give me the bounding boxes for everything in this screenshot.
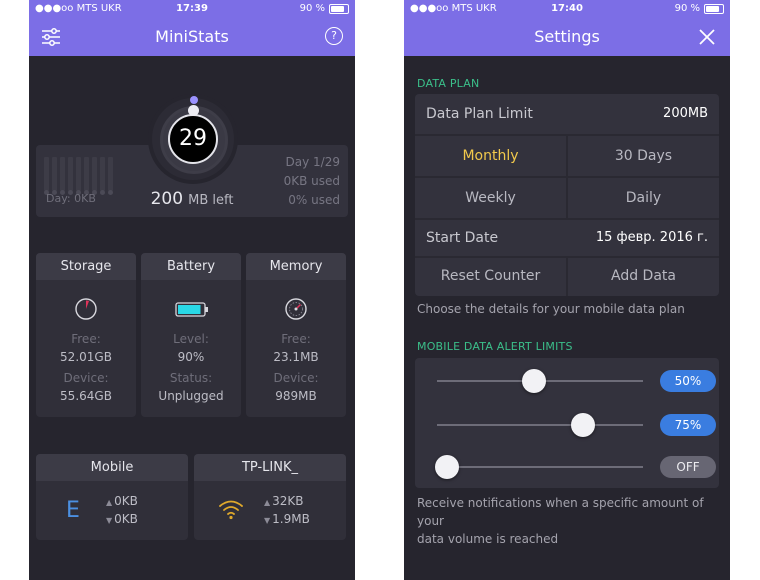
help-icon[interactable]: ? <box>325 27 343 45</box>
memory-gauge-icon <box>285 298 307 320</box>
status-right: 90 % <box>300 3 349 14</box>
data-left-value: 200 <box>150 189 184 209</box>
memory-header: Memory <box>246 253 346 280</box>
period-indicator-dot <box>190 96 198 104</box>
battery-level-value: 90% <box>177 350 205 364</box>
upload-arrow-icon: ▲ <box>264 498 271 507</box>
battery-status-icon <box>329 3 349 14</box>
storage-device-value: 55.64GB <box>60 389 112 403</box>
data-plan-section-title: DATA PLAN <box>417 77 480 90</box>
period-row-1: Monthly 30 Days <box>415 136 719 176</box>
memory-free-label: Free: <box>281 332 311 346</box>
mobile-header: Mobile <box>36 454 188 481</box>
alert-note-line-1: Receive notifications when a specific am… <box>417 496 704 528</box>
data-plan-limit-label: Data Plan Limit <box>426 106 533 122</box>
data-plan-note: Choose the details for your mobile data … <box>417 302 685 316</box>
settings-title: Settings <box>534 27 600 46</box>
wifi-upload: ▲ 32KB <box>264 494 304 508</box>
progress-handle <box>188 105 199 116</box>
storage-card[interactable]: Storage Free: 52.01GB Device: 55.64GB <box>36 253 136 417</box>
alert-slider-3[interactable] <box>435 455 643 479</box>
battery-icon <box>175 302 208 317</box>
wifi-download-value: 1.9MB <box>272 512 310 526</box>
wifi-icon <box>219 500 243 520</box>
slider-handle[interactable] <box>570 413 595 437</box>
mobile-network-card[interactable]: Mobile E ▲ 0KB ▼ 0KB <box>36 454 188 540</box>
alert-note: Receive notifications when a specific am… <box>417 494 730 548</box>
start-date-label: Start Date <box>426 230 499 246</box>
mobile-upload: ▲ 0KB <box>106 494 138 508</box>
memory-card[interactable]: Memory Free: 23.1MB Device: 989MB <box>246 253 346 417</box>
data-plan-limit-value: 200MB <box>663 106 708 121</box>
used-kb: 0KB used <box>283 174 340 188</box>
nav-bar: Settings <box>404 18 730 56</box>
alert-toggle-2[interactable]: 75% <box>660 414 716 436</box>
reset-counter-button[interactable]: Reset Counter <box>415 256 566 296</box>
alert-note-line-2: data volume is reached <box>417 532 559 546</box>
storage-header: Storage <box>36 253 136 280</box>
storage-free-label: Free: <box>71 332 101 346</box>
wifi-header: TP-LINK_ <box>194 454 346 481</box>
storage-free-value: 52.01GB <box>60 350 112 364</box>
alert-limits-section-title: MOBILE DATA ALERT LIMITS <box>417 340 573 353</box>
data-plan-panel: Data Plan Limit 200MB Monthly 30 Days We… <box>415 94 719 296</box>
mobile-download-value: 0KB <box>114 512 138 526</box>
status-bar: ●●●oo MTS UKR 17:40 90 % <box>404 0 730 18</box>
alert-slider-1[interactable] <box>437 369 643 393</box>
slider-handle[interactable] <box>435 455 459 479</box>
memory-device-label: Device: <box>273 371 319 385</box>
battery-status-value: Unplugged <box>158 389 224 403</box>
start-date-row[interactable]: Start Date 15 февр. 2016 г. <box>415 218 719 258</box>
download-arrow-icon: ▼ <box>264 516 271 525</box>
wifi-download: ▼ 1.9MB <box>264 512 310 526</box>
start-date-value: 15 февр. 2016 г. <box>595 230 708 245</box>
battery-header: Battery <box>141 253 241 280</box>
daily-option[interactable]: Daily <box>568 178 719 218</box>
app-title: MiniStats <box>155 27 229 46</box>
period-row-2: Weekly Daily <box>415 178 719 218</box>
day-of-period: Day 1/29 <box>285 155 340 169</box>
battery-percent: 90 % <box>299 3 325 14</box>
close-icon[interactable] <box>698 28 716 46</box>
battery-card[interactable]: Battery Level: 90% Status: Unplugged <box>141 253 241 417</box>
battery-percent: 90 % <box>674 3 700 14</box>
weekly-option[interactable]: Weekly <box>415 178 566 218</box>
nav-bar: MiniStats ? <box>29 18 355 56</box>
mobile-download: ▼ 0KB <box>106 512 138 526</box>
alert-slider-2[interactable] <box>437 413 643 437</box>
storage-pie-icon <box>75 298 97 320</box>
memory-device-value: 989MB <box>275 389 317 403</box>
battery-level-fill <box>178 305 201 314</box>
usage-summary: Day 1/29 0KB used 0% used <box>284 153 340 210</box>
thirty-days-option[interactable]: 30 Days <box>568 136 719 176</box>
storage-device-label: Device: <box>63 371 109 385</box>
add-data-button[interactable]: Add Data <box>568 256 719 296</box>
alert-limits-panel: 50% 75% OFF <box>415 358 719 488</box>
actions-row: Reset Counter Add Data <box>415 256 719 296</box>
battery-status-icon <box>704 3 724 14</box>
daily-usage-bars <box>44 155 116 195</box>
alert-toggle-1[interactable]: 50% <box>660 370 716 392</box>
monthly-option[interactable]: Monthly <box>415 136 566 176</box>
used-percent: 0% used <box>288 193 340 207</box>
wifi-upload-value: 32KB <box>272 494 304 508</box>
status-bar: ●●●oo MTS UKR 17:39 90 % <box>29 0 355 18</box>
battery-status-label: Status: <box>169 371 213 385</box>
ministats-screen: ●●●oo MTS UKR 17:39 90 % MiniStats ? Day… <box>29 0 355 580</box>
battery-level-label: Level: <box>173 332 209 346</box>
mobile-upload-value: 0KB <box>114 494 138 508</box>
edge-network-icon: E <box>66 498 80 523</box>
wifi-network-card[interactable]: TP-LINK_ ▲ 32KB ▼ 1.9MB <box>194 454 346 540</box>
alert-toggle-3[interactable]: OFF <box>660 456 716 478</box>
settings-screen: ●●●oo MTS UKR 17:40 90 % Settings DATA P… <box>404 0 730 580</box>
slider-handle[interactable] <box>522 369 546 393</box>
upload-arrow-icon: ▲ <box>106 498 113 507</box>
download-arrow-icon: ▼ <box>106 516 113 525</box>
status-right: 90 % <box>675 3 724 14</box>
memory-free-value: 23.1MB <box>273 350 319 364</box>
data-plan-limit-row[interactable]: Data Plan Limit 200MB <box>415 94 719 134</box>
data-left-unit: MB left <box>188 193 234 208</box>
days-left-number: 29 <box>168 114 218 164</box>
